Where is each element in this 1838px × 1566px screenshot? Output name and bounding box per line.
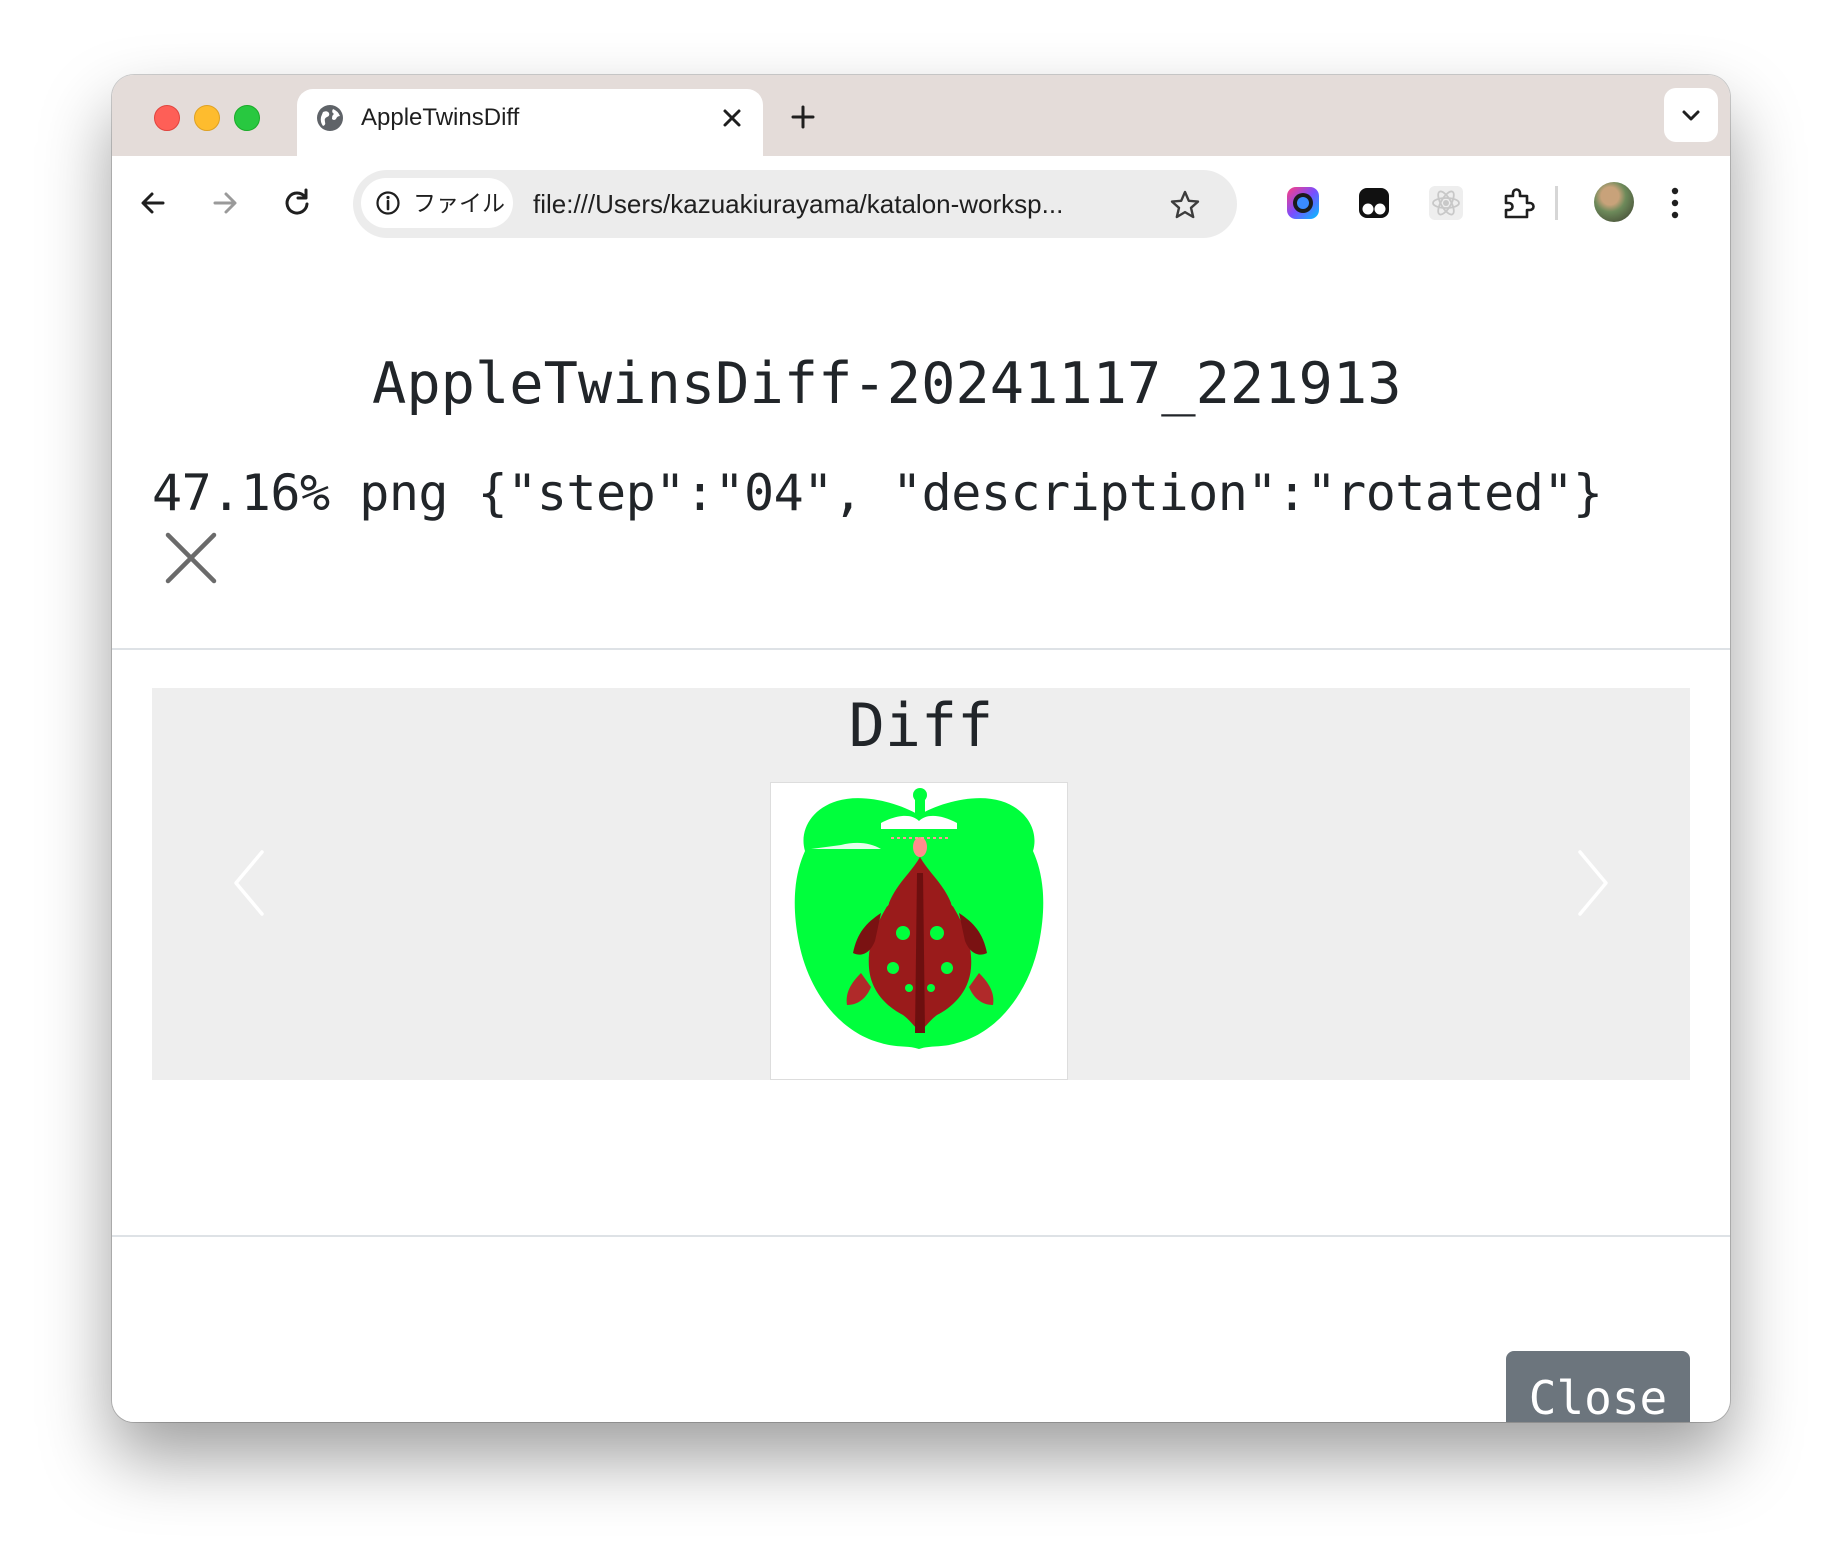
color-picker-extension-icon[interactable] (1283, 183, 1323, 223)
toolbar-separator (1555, 186, 1558, 220)
carousel-next-icon[interactable] (1572, 848, 1612, 918)
bookmark-star-icon[interactable] (1168, 188, 1202, 222)
tampermonkey-extension-icon[interactable] (1354, 183, 1394, 223)
more-menu-icon[interactable] (1670, 186, 1680, 220)
modal-footer-divider (112, 1235, 1730, 1237)
carousel-caption: Diff (848, 691, 994, 761)
tab-title: AppleTwinsDiff (361, 104, 520, 131)
close-tab-icon[interactable] (719, 105, 745, 131)
react-devtools-icon[interactable] (1426, 183, 1466, 223)
modal-title: AppleTwinsDiff-20241117_221913 (372, 351, 1402, 417)
modal-header-divider (112, 648, 1730, 650)
window-maximize-button[interactable] (234, 105, 260, 131)
url-text[interactable]: file:///Users/kazuakiurayama/katalon-wor… (533, 189, 1063, 219)
close-x-icon[interactable] (164, 531, 218, 585)
window-close-button[interactable] (154, 105, 180, 131)
new-tab-icon[interactable] (788, 102, 818, 132)
diff-metadata: 47.16% png {"step":"04", "description":"… (152, 464, 1603, 522)
back-arrow-icon[interactable] (136, 186, 170, 220)
tab-search-button[interactable] (1664, 88, 1718, 142)
chevron-down-icon (1682, 110, 1700, 121)
tab-strip: AppleTwinsDiff (112, 75, 1730, 156)
extensions-puzzle-icon[interactable] (1498, 183, 1538, 223)
browser-window: AppleTwinsDiff ファイル file:///Users/kazuak… (112, 75, 1730, 1422)
site-info-label: ファイル (413, 190, 505, 216)
diff-image (770, 782, 1068, 1080)
modal-dialog: AppleTwinsDiff-20241117_221913 47.16% pn… (112, 250, 1730, 1422)
address-bar[interactable]: ファイル file:///Users/kazuakiurayama/katalo… (353, 170, 1237, 238)
info-icon (376, 191, 400, 215)
apple-diff-icon (794, 788, 1044, 1049)
close-button[interactable]: Close (1506, 1351, 1690, 1422)
site-info-chip[interactable]: ファイル (361, 178, 513, 228)
forward-arrow-icon[interactable] (208, 186, 242, 220)
tab-active[interactable]: AppleTwinsDiff (297, 89, 763, 156)
image-carousel: Diff (152, 688, 1690, 1080)
profile-avatar[interactable] (1594, 182, 1634, 222)
globe-icon (317, 105, 343, 131)
window-minimize-button[interactable] (194, 105, 220, 131)
browser-toolbar: ファイル file:///Users/kazuakiurayama/katalo… (112, 156, 1730, 252)
carousel-prev-icon[interactable] (230, 848, 270, 918)
reload-icon[interactable] (280, 186, 314, 220)
